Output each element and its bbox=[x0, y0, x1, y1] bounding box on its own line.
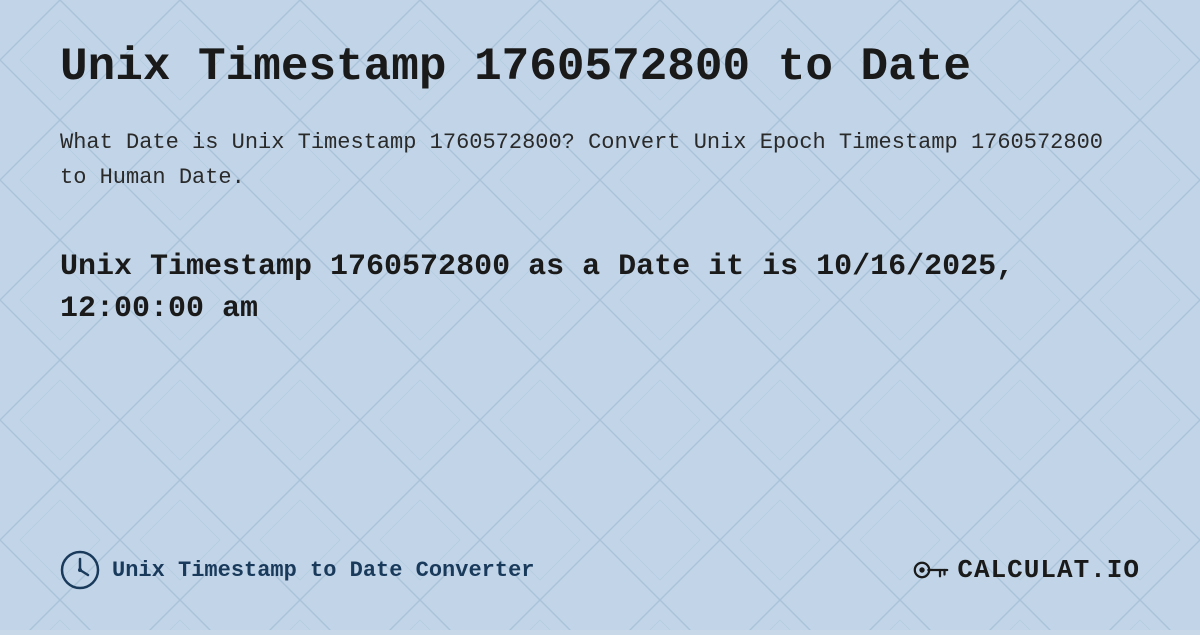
page-content: Unix Timestamp 1760572800 to Date What D… bbox=[0, 0, 1200, 630]
clock-icon bbox=[60, 550, 100, 590]
footer: Unix Timestamp to Date Converter CALCULA… bbox=[60, 530, 1140, 590]
footer-left: Unix Timestamp to Date Converter bbox=[60, 550, 534, 590]
result-text: Unix Timestamp 1760572800 as a Date it i… bbox=[60, 246, 1140, 330]
page-title: Unix Timestamp 1760572800 to Date bbox=[60, 40, 1140, 95]
logo-area: CALCULAT.IO bbox=[913, 552, 1140, 588]
logo-text: CALCULAT.IO bbox=[957, 555, 1140, 585]
main-section: Unix Timestamp 1760572800 to Date What D… bbox=[60, 40, 1140, 530]
footer-link-text[interactable]: Unix Timestamp to Date Converter bbox=[112, 558, 534, 583]
calculat-icon bbox=[913, 552, 949, 588]
page-description: What Date is Unix Timestamp 1760572800? … bbox=[60, 125, 1140, 195]
